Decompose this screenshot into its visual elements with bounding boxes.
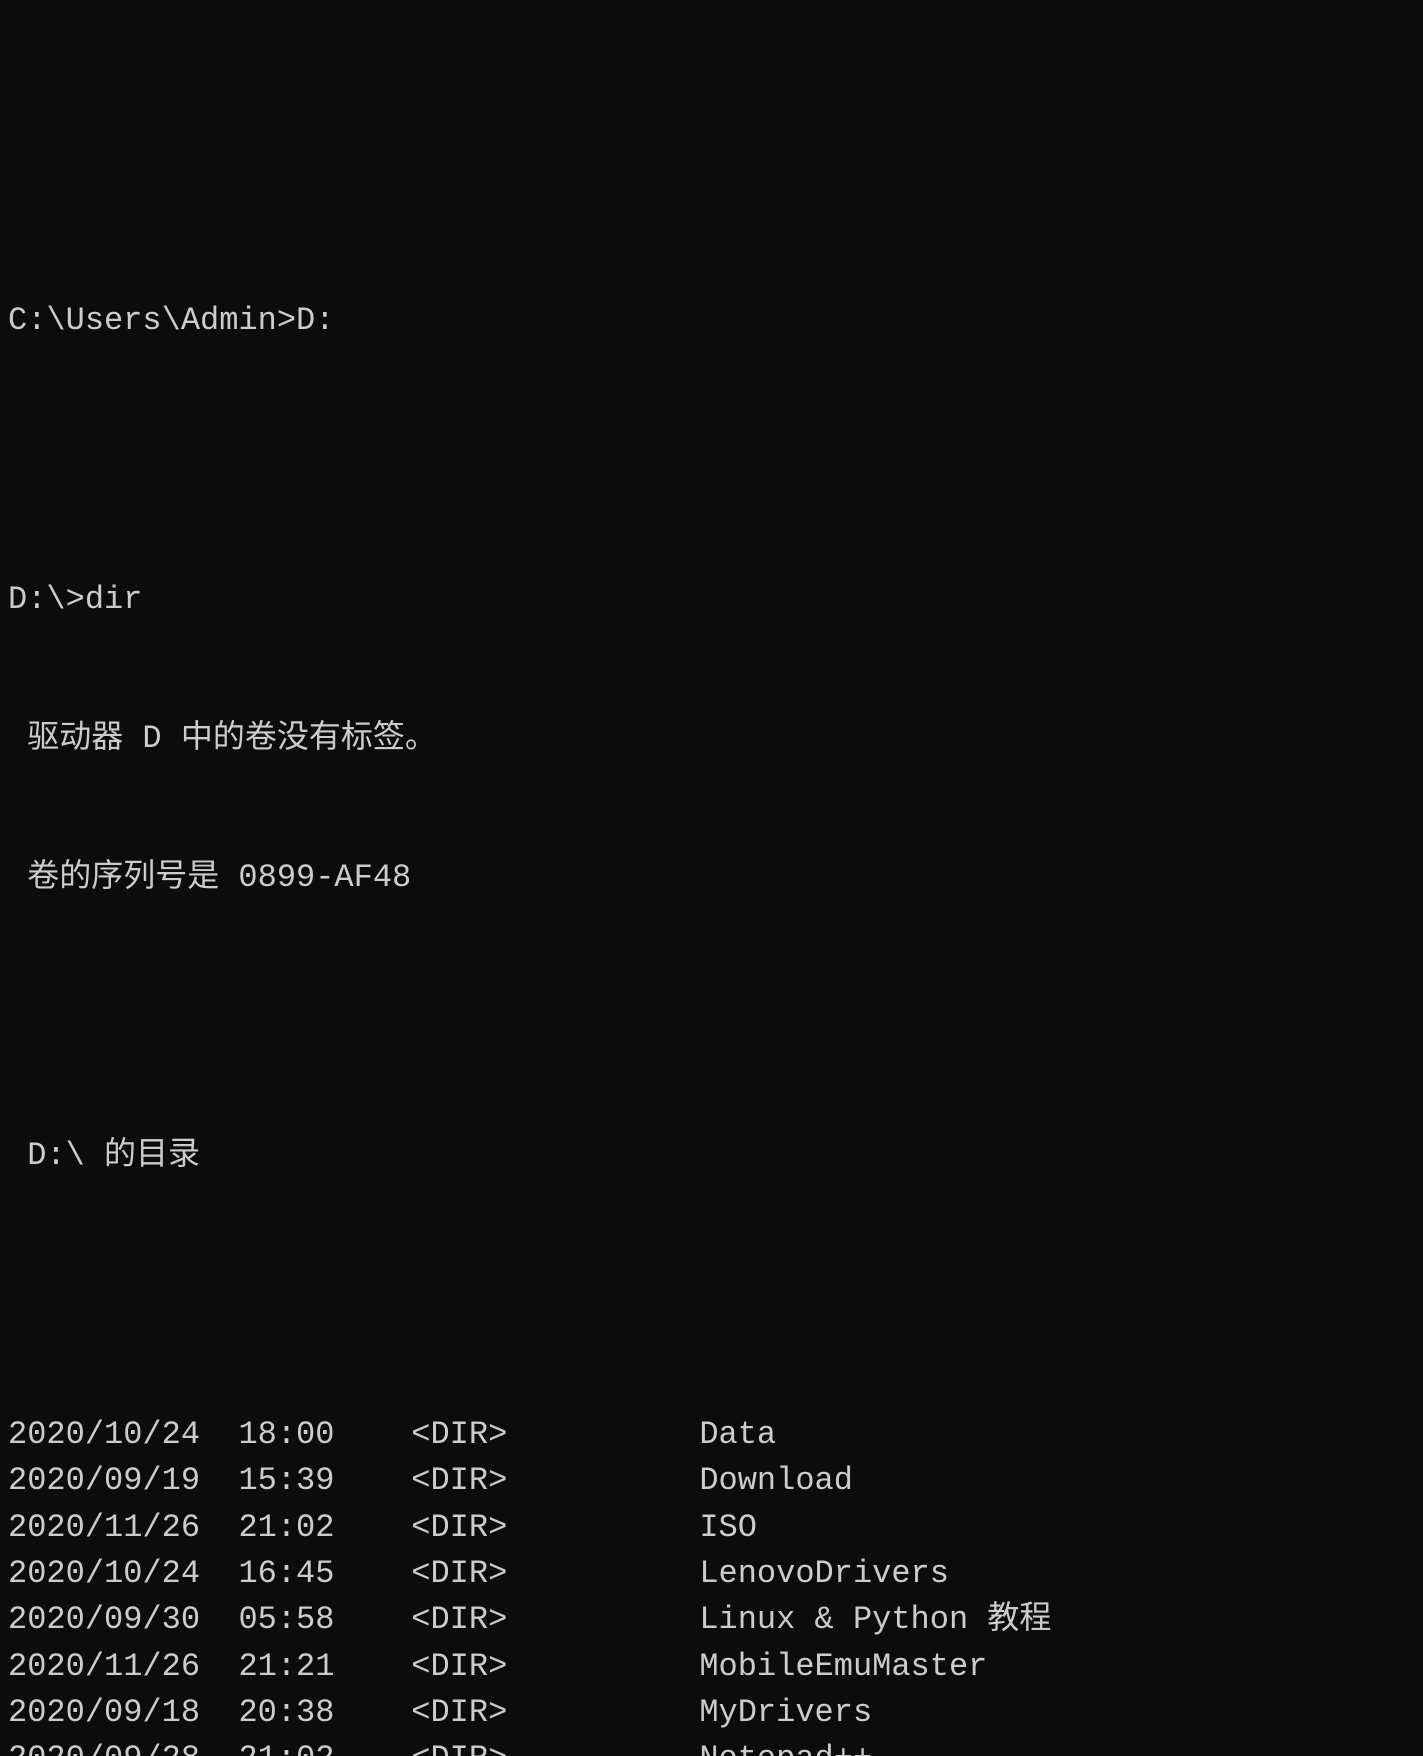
prompt-line-1: C:\Users\Admin>D: [8, 298, 1415, 344]
volume-serial-line: 卷的序列号是 0899-AF48 [8, 855, 1415, 901]
directory-entry: 2020/10/24 16:45 <DIR> LenovoDrivers [8, 1551, 1415, 1597]
directory-entry: 2020/09/18 20:38 <DIR> MyDrivers [8, 1690, 1415, 1736]
blank-line [8, 994, 1415, 1040]
command-2: dir [85, 581, 143, 618]
directory-entry: 2020/11/26 21:21 <DIR> MobileEmuMaster [8, 1644, 1415, 1690]
terminal-output[interactable]: C:\Users\Admin>D: D:\>dir 驱动器 D 中的卷没有标签。… [8, 206, 1415, 1044]
directory-entry: 2020/09/30 05:58 <DIR> Linux & Python 教程 [8, 1597, 1415, 1643]
blank-line [8, 438, 1415, 484]
volume-label-line: 驱动器 D 中的卷没有标签。 [8, 716, 1415, 762]
command-1: D: [296, 302, 334, 339]
directory-entry: 2020/09/19 15:39 <DIR> Download [8, 1458, 1415, 1504]
prompt-path-2: D:\> [8, 581, 85, 618]
prompt-line-2: D:\>dir [8, 577, 1415, 623]
prompt-path-1: C:\Users\Admin> [8, 302, 296, 339]
directory-listing: 2020/10/24 18:00 <DIR> Data2020/09/19 15… [8, 1412, 1415, 1756]
directory-entry: 2020/11/26 21:02 <DIR> ISO [8, 1505, 1415, 1551]
directory-entry: 2020/09/28 21:02 <DIR> Notepad++ [8, 1736, 1415, 1756]
blank-line [8, 1273, 1415, 1319]
directory-header: D:\ 的目录 [8, 1133, 1415, 1179]
directory-entry: 2020/10/24 18:00 <DIR> Data [8, 1412, 1415, 1458]
